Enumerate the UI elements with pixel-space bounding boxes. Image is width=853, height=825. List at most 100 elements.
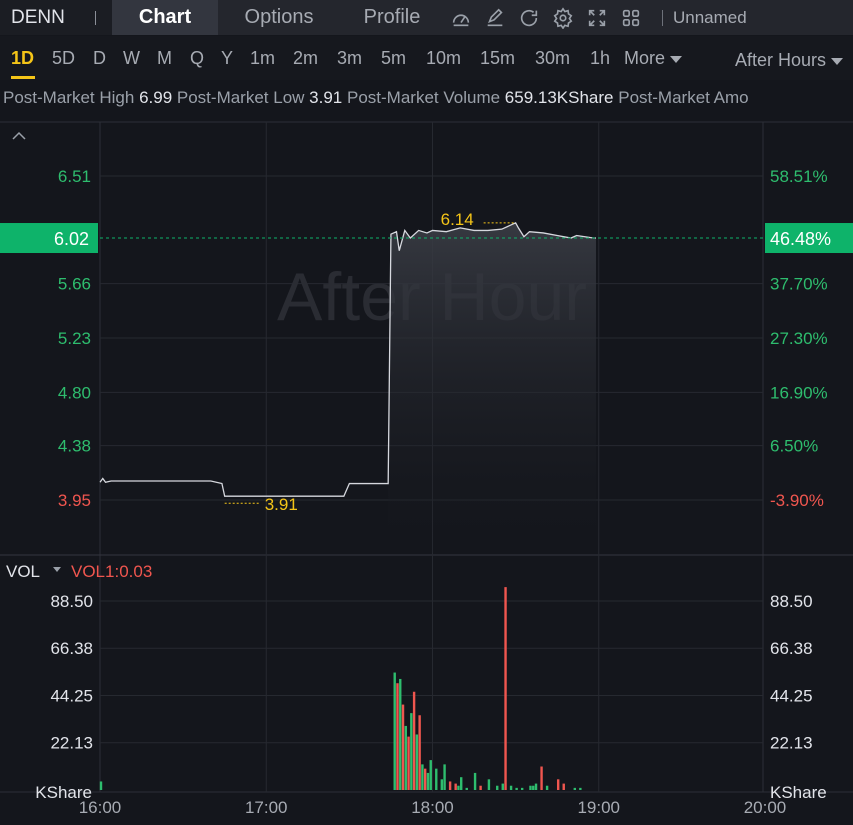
refresh-icon[interactable] [512,0,546,35]
time-tick-label: 20:00 [744,798,787,817]
period-bar: 1D 5D D W M Q Y 1m 2m 3m 5m 10m 15m 30m … [0,36,853,80]
period-d[interactable]: D [93,48,106,69]
volume-bar [454,783,457,790]
indicator-gauge-icon[interactable] [444,0,478,35]
volume-bar [465,787,468,790]
period-1m[interactable]: 1m [250,48,275,69]
top-toolbar: DENN Chart Options Profile Unnamed [0,0,853,35]
period-5d[interactable]: 5D [52,48,75,69]
price-tick-label: 5.23 [58,329,91,348]
volume-bar [496,785,499,790]
volume-label: Post-Market Volume [347,88,501,107]
volume-bar [399,678,402,790]
price-tick-label: 4.38 [58,437,91,456]
percent-tick-label: 37.70% [770,275,828,294]
current-change-label: 46.48% [770,229,831,249]
volume-bar [473,772,477,790]
settings-gear-icon[interactable] [546,0,580,35]
period-1d[interactable]: 1D [11,48,34,69]
period-m[interactable]: M [157,48,172,69]
volume-bar [448,781,452,790]
price-tick-label: 4.80 [58,383,91,402]
ticker-divider [95,11,96,25]
volume-bar [401,704,405,790]
current-price-label: 6.02 [54,229,89,249]
tab-profile[interactable]: Profile [340,0,444,35]
volume-bar [396,683,399,790]
volume-bar [407,736,410,790]
volume-bar [573,787,577,790]
volume-bar [418,715,421,790]
layout-name-menu[interactable]: Unnamed [673,8,747,28]
tab-options[interactable]: Options [218,0,340,35]
volume-bar [421,764,424,790]
volume-bar [412,691,416,790]
draw-pencil-icon[interactable] [478,0,512,35]
percent-tick-label: 6.50% [770,437,818,456]
price-chart[interactable]: After Hour 6.143.91 6.5158.51%5.6637.70%… [0,120,853,825]
period-3m[interactable]: 3m [337,48,362,69]
period-1h[interactable]: 1h [590,48,610,69]
percent-tick-label: -3.90% [770,491,824,510]
vol-label: VOL [6,562,40,581]
volume-tick-label-right: 66.38 [770,639,813,658]
volume-tick-label: 22.13 [50,734,93,753]
price-tick-label: 5.66 [58,275,91,294]
volume-bar [504,587,507,790]
volume-bar [529,785,532,790]
collapse-chevron-icon [12,131,26,140]
period-5m[interactable]: 5m [381,48,406,69]
time-tick-label: 16:00 [79,798,122,817]
volume-bar [435,768,438,790]
volume-tick-label: 88.50 [50,592,93,611]
period-y[interactable]: Y [221,48,233,69]
percent-tick-label: 58.51% [770,167,828,186]
volume-bar [501,783,504,790]
volume-bar [460,777,463,790]
volume-bar [487,779,491,790]
layout-grid-icon[interactable] [614,0,648,35]
period-15m[interactable]: 15m [480,48,515,69]
session-label: After Hours [735,50,827,70]
caret-down-icon [670,55,683,63]
volume-bar [457,785,460,790]
more-label: More [624,48,666,68]
volume-bar [404,725,407,790]
tab-chart[interactable]: Chart [112,0,218,35]
volume-header: VOL VOL1:0.03 [6,562,152,581]
price-area-fill [388,222,596,553]
volume-bar [415,734,419,790]
period-2m[interactable]: 2m [293,48,318,69]
vol-dropdown-icon [53,567,61,572]
low-label: Post-Market Low [176,88,305,107]
volume-bar [545,785,549,790]
volume-value: 659.13KShare [504,88,614,107]
ticker-label: DENN [11,6,65,28]
volume-bar [556,779,560,790]
vol-indicator-value: VOL1:0.03 [71,562,152,581]
period-30m[interactable]: 30m [535,48,570,69]
percent-tick-label: 27.30% [770,329,828,348]
volume-bar [534,783,538,790]
percent-tick-label: 16.90% [770,383,828,402]
volume-bar [479,785,482,790]
time-tick-label: 18:00 [411,798,454,817]
low-marker-label: 3.91 [265,495,298,514]
volume-bar [429,760,432,790]
volume-bar [515,787,518,790]
period-w[interactable]: W [123,48,140,69]
session-menu[interactable]: After Hours [735,50,844,71]
more-periods-menu[interactable]: More [624,48,683,69]
ticker-symbol[interactable]: DENN [0,0,112,35]
toolbar-divider [662,9,663,26]
period-10m[interactable]: 10m [426,48,461,69]
volume-bars [99,587,582,790]
post-market-stats: Post-Market High 6.99 Post-Market Low 3.… [0,88,853,114]
volume-tick-label-right: 88.50 [770,592,813,611]
volume-bar [520,787,524,790]
time-tick-label: 17:00 [245,798,288,817]
volume-bar [393,672,396,790]
fullscreen-icon[interactable] [580,0,614,35]
volume-tick-label: 66.38 [50,639,93,658]
period-q[interactable]: Q [190,48,204,69]
